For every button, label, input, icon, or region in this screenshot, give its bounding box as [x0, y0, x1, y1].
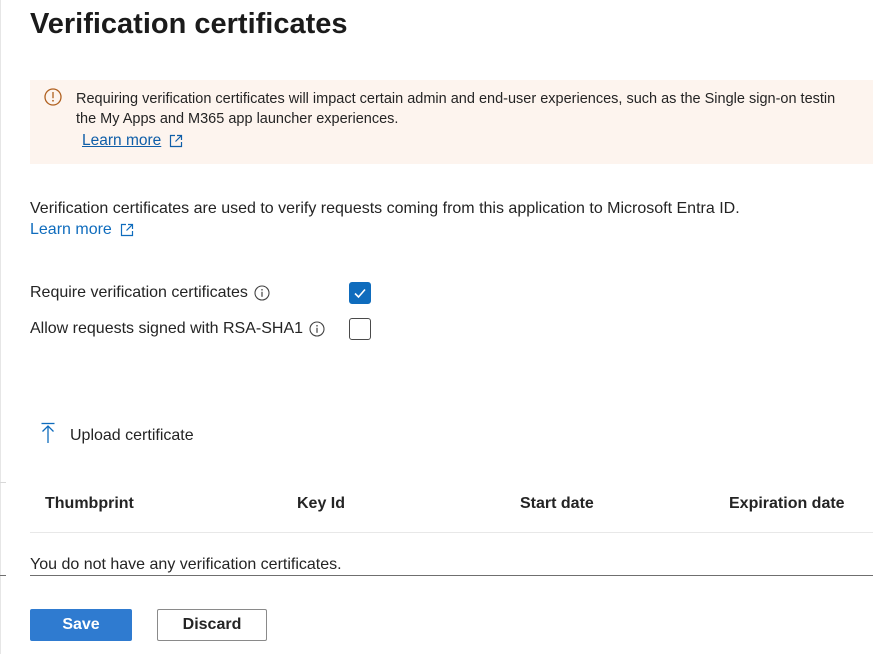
empty-table-message: You do not have any verification certifi…: [30, 556, 342, 573]
banner-line-2: the My Apps and M365 app launcher experi…: [76, 111, 399, 127]
left-divider: [0, 0, 1, 654]
require-verification-label: Require verification certificates: [30, 284, 248, 301]
external-link-icon: [120, 223, 134, 237]
upload-certificate-button[interactable]: Upload certificate: [40, 422, 194, 449]
banner-message: Requiring verification certificates will…: [76, 89, 873, 129]
info-icon[interactable]: [254, 285, 270, 301]
warning-info-icon: [44, 88, 62, 106]
discard-button[interactable]: Discard: [157, 609, 267, 641]
page-title: Verification certificates: [30, 8, 348, 40]
left-divider-tick: [0, 482, 6, 483]
banner-learn-more-label[interactable]: Learn more: [82, 132, 161, 150]
verification-certificates-panel: Verification certificates Requiring veri…: [0, 0, 873, 654]
save-button[interactable]: Save: [30, 609, 132, 641]
column-header-expiration-date[interactable]: Expiration date: [729, 495, 845, 513]
banner-line-1: Requiring verification certificates will…: [76, 91, 836, 107]
allow-rsa-sha1-row: Allow requests signed with RSA-SHA1: [30, 316, 325, 342]
description-text: Verification certificates are used to ve…: [30, 200, 740, 217]
column-header-start-date[interactable]: Start date: [520, 495, 594, 513]
table-bottom-divider: [30, 575, 873, 576]
column-header-key-id[interactable]: Key Id: [297, 495, 345, 513]
upload-arrow-icon: [40, 422, 56, 449]
certificates-table-header: Thumbprint Key Id Start date Expiration …: [30, 482, 873, 533]
description-learn-more-link[interactable]: Learn more: [30, 221, 134, 239]
upload-certificate-label: Upload certificate: [70, 426, 194, 444]
checkmark-icon: [354, 288, 366, 299]
left-divider-tick: [0, 575, 6, 576]
info-icon[interactable]: [309, 321, 325, 337]
column-header-thumbprint[interactable]: Thumbprint: [45, 495, 134, 513]
banner-learn-more-link[interactable]: Learn more: [82, 132, 183, 150]
allow-rsa-sha1-checkbox[interactable]: [349, 318, 371, 340]
description-learn-more-label[interactable]: Learn more: [30, 221, 112, 239]
warning-banner: Requiring verification certificates will…: [30, 80, 873, 164]
require-verification-checkbox[interactable]: [349, 282, 371, 304]
external-link-icon: [169, 134, 183, 148]
require-verification-row: Require verification certificates: [30, 280, 270, 306]
allow-rsa-sha1-label: Allow requests signed with RSA-SHA1: [30, 320, 304, 337]
